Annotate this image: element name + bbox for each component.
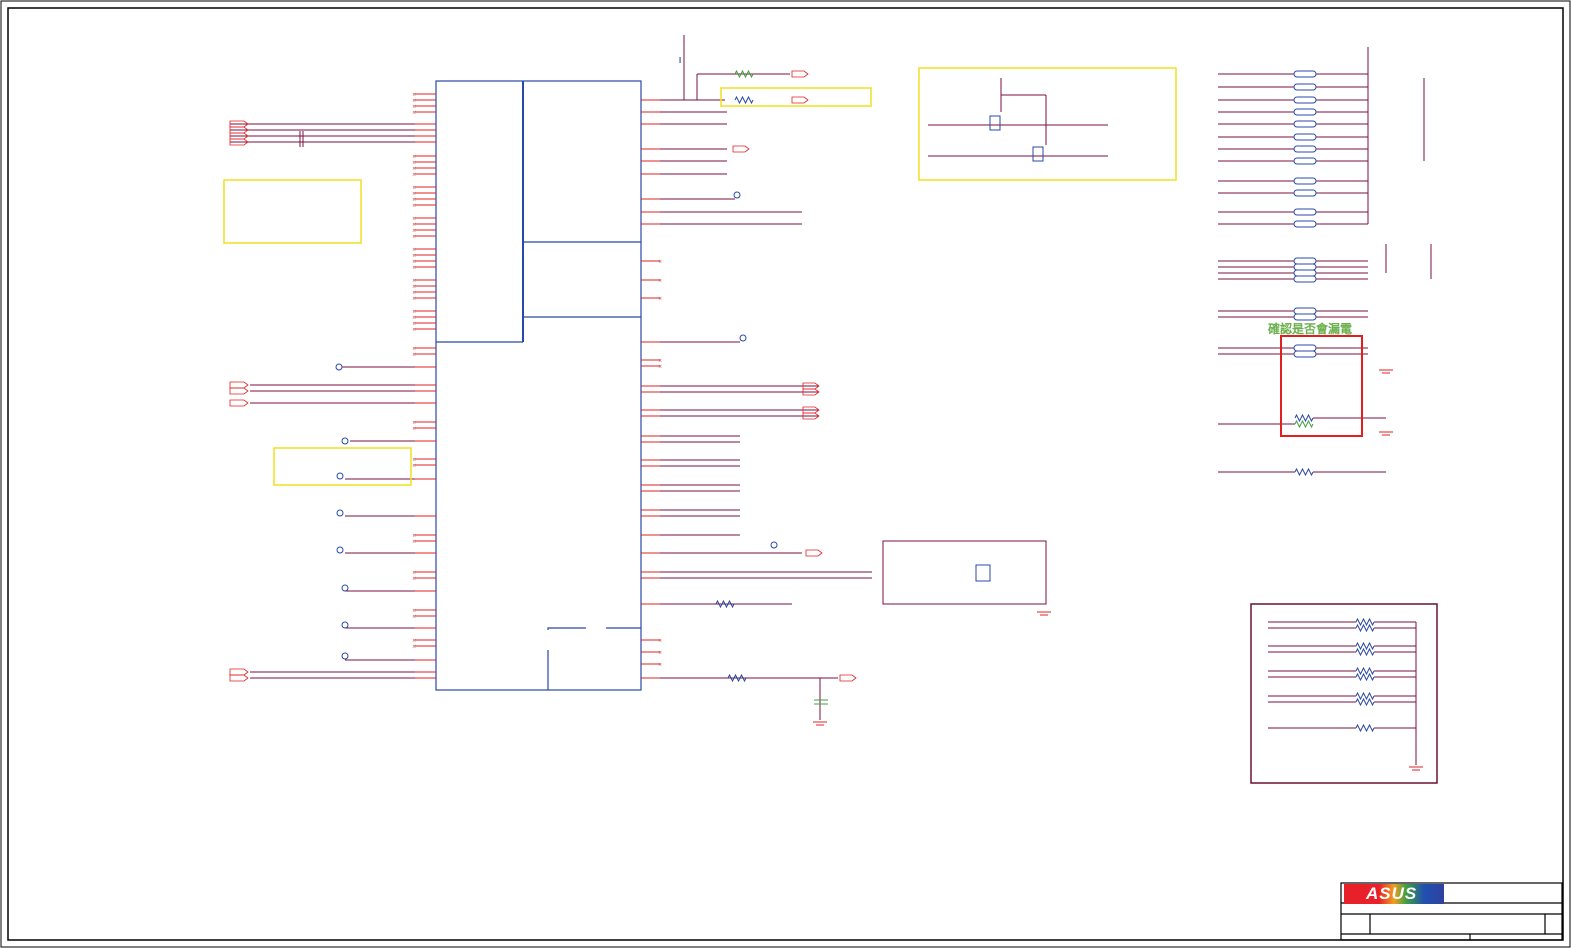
ferrite-bead: [1293, 120, 1317, 128]
ferrite-bead: [1293, 257, 1317, 265]
ferrite-bead: [1293, 269, 1317, 277]
asus-logo: ASUS: [1344, 884, 1444, 904]
no-connect-mark: ×: [412, 265, 416, 271]
off-page-connector: [229, 399, 249, 407]
crystal-circuit: [882, 540, 1047, 605]
off-page-connector: [805, 549, 823, 557]
off-page-connector: [229, 668, 249, 676]
test-point: [770, 541, 778, 549]
no-connect-mark: ×: [412, 644, 416, 650]
highlight-box: [223, 179, 362, 244]
ferrite-bead: [1293, 96, 1317, 104]
ferrite-bead: [1293, 177, 1317, 185]
resistor: [727, 673, 747, 683]
test-point: [341, 621, 349, 629]
off-page-connector: [229, 381, 249, 389]
no-connect-mark: ×: [412, 614, 416, 620]
resistor: [1355, 617, 1375, 627]
off-page-connector: [732, 145, 750, 153]
resistor: [1355, 623, 1375, 633]
ferrite-bead: [1293, 275, 1317, 283]
no-connect-mark: ×: [658, 638, 662, 644]
no-connect-mark: ×: [658, 296, 662, 302]
no-connect-mark: ×: [658, 662, 662, 668]
resistor: [1355, 723, 1375, 733]
ferrite-bead: [1293, 83, 1317, 91]
test-point: [336, 472, 344, 480]
ferrite-bead: [1293, 344, 1317, 352]
resistor: [1294, 419, 1314, 429]
test-point: [341, 584, 349, 592]
no-connect-mark: ×: [412, 110, 416, 116]
off-page-connector: [229, 674, 249, 682]
no-connect-mark: ×: [658, 364, 662, 370]
resistor: [1355, 672, 1375, 682]
off-page-connector: [229, 387, 249, 395]
no-connect-mark: ×: [412, 576, 416, 582]
no-connect-mark: ×: [412, 463, 416, 469]
no-connect-mark: ×: [412, 426, 416, 432]
resistor: [1355, 691, 1375, 701]
test-point: [336, 546, 344, 554]
no-connect-mark: ×: [658, 278, 662, 284]
logo-text: ASUS: [1366, 884, 1418, 903]
off-page-connector: [791, 70, 809, 78]
off-page-connector: [791, 96, 809, 104]
sheet-border: [0, 0, 1571, 948]
ferrite-bead: [1293, 208, 1317, 216]
ferrite-bead: [1293, 157, 1317, 165]
warning-box: [1280, 335, 1363, 437]
test-point: [335, 363, 343, 371]
ferrite-bead: [1293, 145, 1317, 153]
resistor: [715, 599, 735, 609]
no-connect-mark: ×: [412, 234, 416, 240]
no-connect-mark: ×: [412, 296, 416, 302]
main-ic: [435, 80, 642, 691]
ferrite-bead: [1293, 189, 1317, 197]
resistor: [734, 69, 754, 79]
test-point: [341, 652, 349, 660]
resistor: [1294, 413, 1314, 423]
ferrite-bead: [1293, 263, 1317, 271]
resistor: [1355, 647, 1375, 657]
resistor: [734, 95, 754, 105]
test-point: [341, 437, 349, 445]
no-connect-mark: ×: [658, 259, 662, 265]
resistor: [1355, 641, 1375, 651]
mosfet: [1032, 146, 1044, 162]
resistor: [1355, 666, 1375, 676]
ferrite-bead: [1293, 350, 1317, 358]
ferrite-bead: [1293, 220, 1317, 228]
test-point: [739, 334, 747, 342]
highlight-box: [918, 67, 1177, 181]
ferrite-bead: [1293, 307, 1317, 315]
test-point: [733, 191, 741, 199]
ferrite-bead: [1293, 133, 1317, 141]
mosfet: [989, 115, 1001, 131]
ferrite-bead: [1293, 70, 1317, 78]
no-connect-mark: ×: [412, 327, 416, 333]
resistor: [1294, 467, 1314, 477]
no-connect-mark: ×: [412, 352, 416, 358]
no-connect-mark: ×: [412, 539, 416, 545]
no-connect-mark: ×: [412, 203, 416, 209]
off-page-connector: [839, 674, 857, 682]
crystal: [975, 564, 991, 582]
no-connect-mark: ×: [412, 172, 416, 178]
leakage-check-note: 確認是否會漏電: [1268, 322, 1353, 336]
test-point: [336, 509, 344, 517]
ferrite-bead: [1293, 108, 1317, 116]
schematic-sheet: ××××××××××××××××××××××××××××××××××××××××…: [0, 0, 1571, 948]
resistor-network-box: [1250, 603, 1438, 784]
no-connect-mark: ×: [658, 650, 662, 656]
resistor: [1355, 697, 1375, 707]
